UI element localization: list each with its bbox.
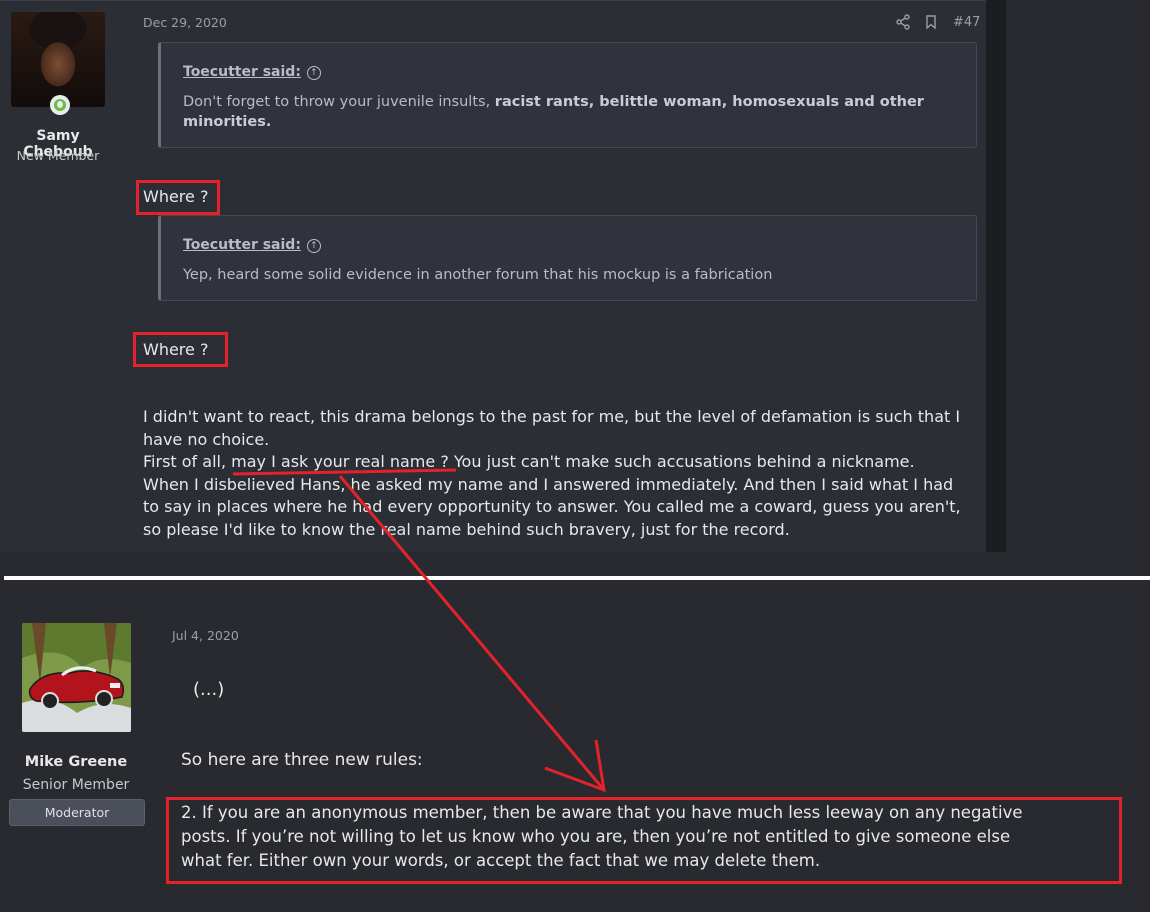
annotation-arrow-shaft xyxy=(338,475,606,791)
annotation-arrowhead xyxy=(544,739,606,793)
annotation-overlay xyxy=(232,468,606,793)
annotation-underline xyxy=(232,468,457,476)
